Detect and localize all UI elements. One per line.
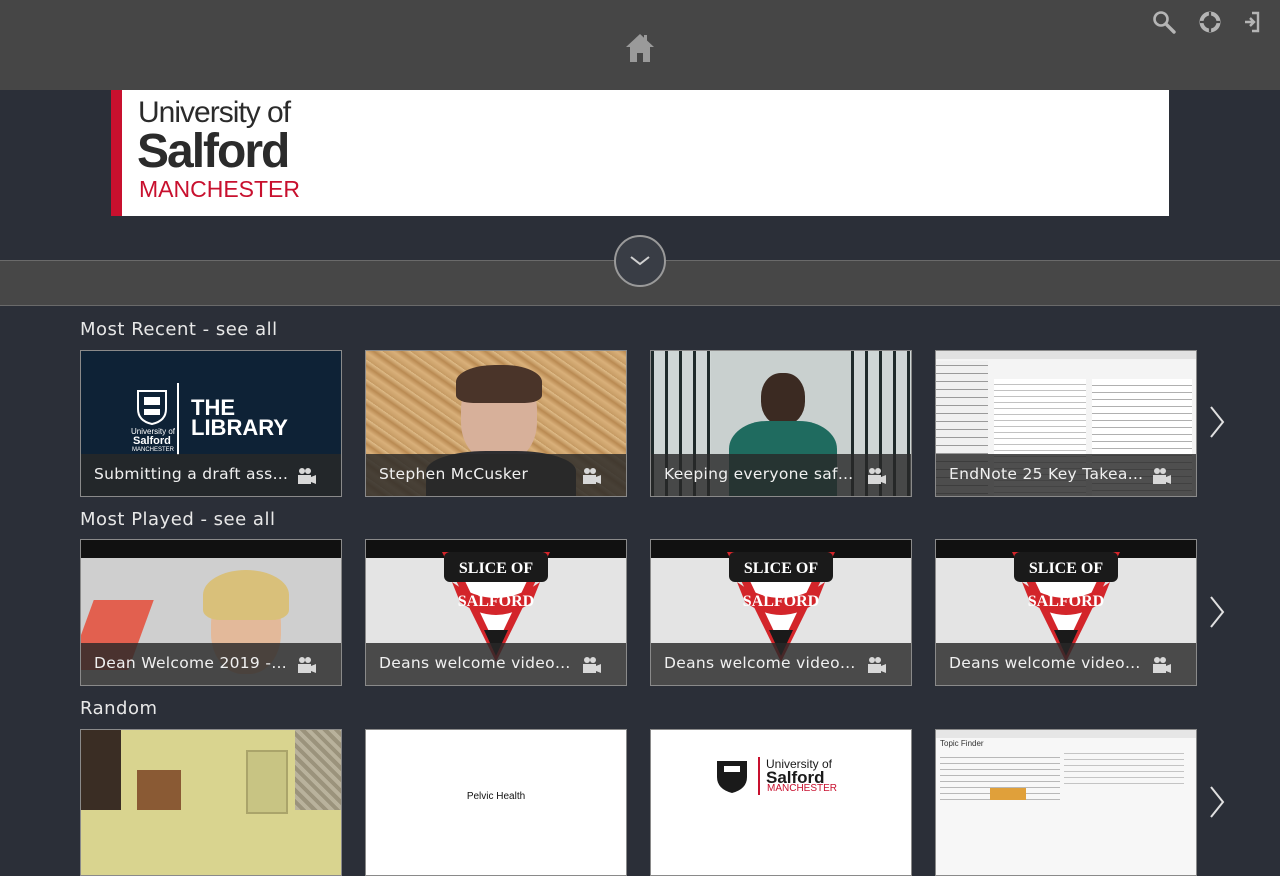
badge-text-bottom: SALFORD — [1028, 593, 1104, 610]
university-banner: University of Salford MANCHESTER — [111, 90, 1169, 216]
video-card[interactable]: Stephen McCusker — [365, 350, 627, 497]
home-icon[interactable] — [624, 32, 656, 66]
video-card[interactable]: Topic Finder — [935, 729, 1197, 876]
video-card[interactable]: SLICE OF SALFORD Deans welcome video -… — [935, 539, 1197, 686]
logo-line-2: Salford — [137, 125, 290, 178]
video-camera-icon — [298, 657, 316, 673]
card-caption-bar: Deans welcome video -… — [366, 643, 626, 685]
app-titlebar — [936, 351, 1196, 359]
sign-in-icon[interactable] — [1242, 10, 1262, 34]
card-caption-bar: Deans welcome video -… — [936, 643, 1196, 685]
thumb-logo-divider — [758, 757, 760, 795]
chevron-right-icon[interactable] — [1207, 594, 1227, 630]
browser-toolbar — [936, 730, 1196, 738]
video-card[interactable]: SLICE OF SALFORD Deans welcome video -… — [365, 539, 627, 686]
card-title: Submitting a draft asse… — [94, 465, 289, 483]
badge-text-bottom: SALFORD — [458, 593, 534, 610]
video-thumbnail: Pelvic Health — [366, 730, 626, 875]
video-thumbnail — [81, 730, 341, 875]
card-title: Stephen McCusker — [379, 465, 529, 483]
video-camera-icon — [583, 657, 601, 673]
crest-icon — [717, 761, 747, 793]
thumb-logo-text-3: MANCHESTER — [767, 783, 838, 794]
thumb-title: Pelvic Health — [466, 791, 526, 802]
presenter-hair — [203, 570, 289, 620]
card-title: Deans welcome video -… — [664, 654, 859, 672]
card-caption-bar: Keeping everyone safe … — [651, 454, 911, 496]
video-camera-icon — [868, 468, 886, 484]
video-card[interactable]: SLICE OF SALFORD Deans welcome video -… — [650, 539, 912, 686]
expand-button[interactable] — [614, 235, 666, 287]
video-card[interactable]: Keeping everyone safe … — [650, 350, 912, 497]
video-card[interactable]: Dean Welcome 2019 - … — [80, 539, 342, 686]
thumb-bookshelf — [137, 770, 181, 810]
video-card[interactable]: University of Salford MANCHESTER — [650, 729, 912, 876]
thumb-wallpaper — [295, 730, 341, 810]
presenter-hair — [456, 365, 542, 403]
badge-text-top: SLICE OF — [459, 560, 533, 577]
section-title-random: Random — [80, 698, 158, 719]
video-thumbnail: Topic Finder — [936, 730, 1196, 875]
thumb-door — [246, 750, 288, 814]
chevron-down-icon — [630, 256, 650, 266]
section-title-most-recent[interactable]: Most Recent - see all — [80, 319, 278, 340]
video-card[interactable]: Pelvic Health — [365, 729, 627, 876]
lifebuoy-icon[interactable] — [1199, 11, 1221, 33]
card-caption-bar: Deans welcome video -… — [651, 643, 911, 685]
top-bar — [0, 0, 1280, 90]
logo-line-3: MANCHESTER — [139, 176, 301, 202]
card-caption-bar: Dean Welcome 2019 - … — [81, 643, 341, 685]
video-camera-icon — [1153, 468, 1171, 484]
video-camera-icon — [1153, 657, 1171, 673]
thumb-title-2: LIBRARY — [191, 415, 288, 440]
chevron-right-icon[interactable] — [1207, 784, 1227, 820]
card-caption-bar: Stephen McCusker — [366, 454, 626, 496]
video-card[interactable]: EndNote 25 Key Takea… — [935, 350, 1197, 497]
banner-accent-bar — [111, 90, 122, 216]
letterbox-top — [81, 540, 341, 558]
badge-text-bottom: SALFORD — [743, 593, 819, 610]
thumb-logo-text-3: MANCHESTER — [132, 447, 175, 453]
thumb-doorway — [81, 730, 121, 810]
video-thumbnail: University of Salford MANCHESTER — [651, 730, 911, 875]
card-caption-bar: Submitting a draft asse… — [81, 454, 341, 496]
badge-text-top: SLICE OF — [744, 560, 818, 577]
chevron-right-icon[interactable] — [1207, 404, 1227, 440]
badge-text-top: SLICE OF — [1029, 560, 1103, 577]
thumb-book-image — [990, 788, 1026, 800]
card-title: EndNote 25 Key Takea… — [949, 465, 1144, 483]
video-camera-icon — [868, 657, 886, 673]
card-title: Deans welcome video -… — [379, 654, 574, 672]
card-title: Deans welcome video -… — [949, 654, 1144, 672]
crest-icon — [137, 390, 167, 425]
thumb-logo-text-2: Salford — [133, 435, 171, 447]
video-card[interactable] — [80, 729, 342, 876]
presenter-head — [761, 373, 805, 425]
card-title: Dean Welcome 2019 - … — [94, 654, 289, 672]
card-caption-bar: EndNote 25 Key Takea… — [936, 454, 1196, 496]
search-icon[interactable] — [1152, 10, 1176, 34]
card-title: Keeping everyone safe … — [664, 465, 859, 483]
thumb-title: Topic Finder — [940, 739, 984, 748]
thumb-side-text — [1064, 748, 1184, 788]
video-camera-icon — [583, 468, 601, 484]
video-camera-icon — [298, 468, 316, 484]
thumb-divider — [177, 383, 179, 455]
section-title-most-played[interactable]: Most Played - see all — [80, 509, 275, 530]
video-card[interactable]: University of Salford MANCHESTER THE LIB… — [80, 350, 342, 497]
